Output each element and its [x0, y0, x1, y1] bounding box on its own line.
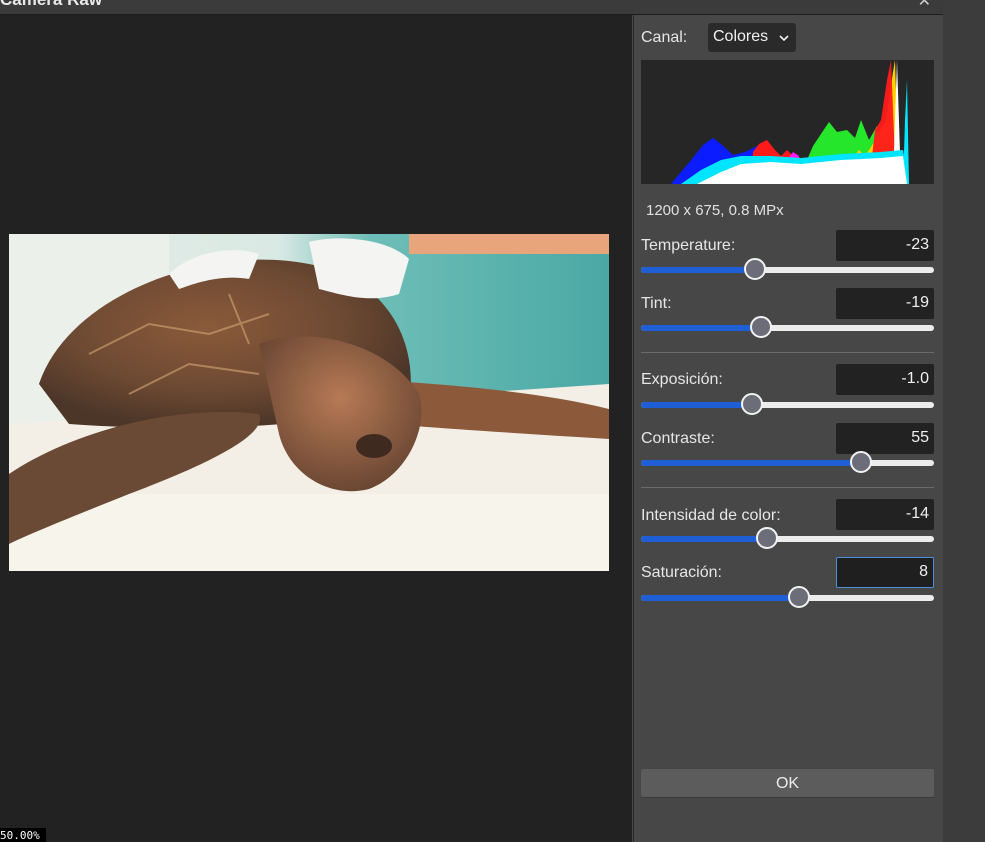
- saturation-slider[interactable]: [641, 586, 934, 608]
- exposure-input[interactable]: -1.0: [836, 364, 934, 395]
- dialog-titlebar: Camera Raw ✕: [0, 0, 943, 15]
- tint-input[interactable]: -19: [836, 288, 934, 319]
- image-preview-area[interactable]: 50.00%: [0, 15, 632, 842]
- zoom-level: 50.00%: [0, 828, 46, 842]
- temperature-input[interactable]: -23: [836, 230, 934, 261]
- vibrance-input[interactable]: -14: [836, 499, 934, 530]
- image-info: 1200 x 675, 0.8 MPx: [646, 202, 784, 219]
- channel-value: Colores: [713, 28, 769, 45]
- slider-thumb[interactable]: [755, 527, 778, 549]
- vibrance-label: Intensidad de color:: [641, 507, 781, 524]
- temperature-label: Temperature:: [641, 237, 736, 254]
- slider-fill: [641, 325, 762, 331]
- chevron-down-icon: [778, 31, 790, 49]
- saturation-input[interactable]: 8: [836, 557, 934, 588]
- close-icon[interactable]: ✕: [918, 0, 931, 11]
- channel-label: Canal:: [641, 29, 688, 46]
- histogram: [641, 60, 934, 184]
- slider-thumb[interactable]: [849, 451, 872, 473]
- temperature-slider[interactable]: [641, 258, 934, 280]
- slider-fill: [641, 267, 756, 273]
- slider-fill: [641, 402, 753, 408]
- preview-image: [9, 234, 609, 571]
- contrast-label: Contraste:: [641, 430, 715, 447]
- slider-fill: [641, 595, 800, 601]
- section-divider: [641, 352, 934, 353]
- channel-select[interactable]: Colores: [708, 23, 796, 52]
- exposure-slider[interactable]: [641, 393, 934, 415]
- section-divider: [641, 487, 934, 488]
- window-edge: [943, 0, 985, 842]
- contrast-input[interactable]: 55: [836, 423, 934, 454]
- vibrance-slider[interactable]: [641, 527, 934, 549]
- tint-label: Tint:: [641, 295, 672, 312]
- saturation-label: Saturación:: [641, 564, 722, 581]
- exposure-label: Exposición:: [641, 371, 723, 388]
- slider-thumb[interactable]: [750, 316, 773, 338]
- slider-fill: [641, 536, 767, 542]
- slider-fill: [641, 460, 861, 466]
- ok-button[interactable]: OK: [641, 769, 934, 798]
- dialog-title: Camera Raw: [0, 0, 102, 10]
- tint-slider[interactable]: [641, 316, 934, 338]
- contrast-slider[interactable]: [641, 451, 934, 473]
